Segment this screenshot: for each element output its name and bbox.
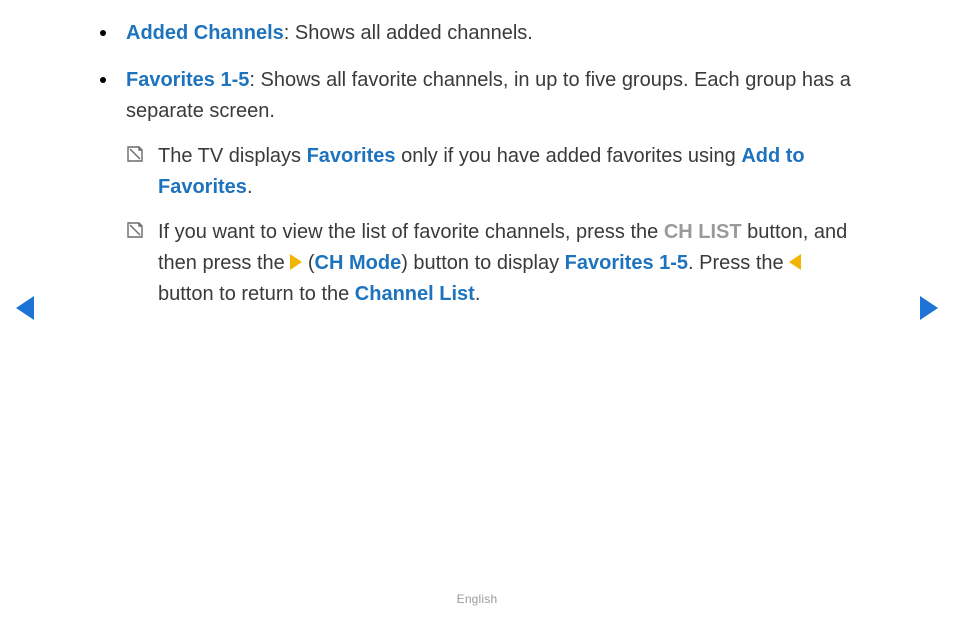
term-added-channels: Added Channels (126, 22, 284, 44)
note-list: The TV displays Favorites only if you ha… (126, 141, 856, 310)
right-arrow-icon (290, 254, 302, 270)
note2-seg-f: . (475, 283, 481, 305)
footer-language: English (0, 592, 954, 606)
bullet-list: Added Channels: Shows all added channels… (96, 18, 856, 310)
next-page-arrow[interactable] (920, 296, 938, 320)
note2-seg-d: . Press the (688, 252, 789, 274)
note2-seg-e: button to return to the (158, 283, 355, 305)
bullet-item-favorites: Favorites 1-5: Shows all favorite channe… (96, 65, 856, 310)
page-content: Added Channels: Shows all added channels… (96, 18, 856, 326)
note2-fav: Favorites 1-5 (565, 252, 688, 274)
note2-chmode: CH Mode (315, 252, 402, 274)
note2-open-paren: ( (302, 252, 314, 274)
term-favorites: Favorites 1-5 (126, 69, 249, 91)
bullet-item-added-channels: Added Channels: Shows all added channels… (96, 18, 856, 49)
note-item-1: The TV displays Favorites only if you ha… (126, 141, 856, 203)
note2-chlist: CH LIST (664, 221, 742, 243)
note2-seg-c: ) button to display (401, 252, 564, 274)
note-icon (126, 221, 144, 239)
note1-pre: The TV displays (158, 145, 307, 167)
note1-kw-favorites: Favorites (307, 145, 396, 167)
note-item-2: If you want to view the list of favorite… (126, 217, 856, 310)
desc-added-channels: : Shows all added channels. (284, 22, 533, 44)
note2-channel-list: Channel List (355, 283, 475, 305)
note1-post: . (247, 176, 253, 198)
prev-page-arrow[interactable] (16, 296, 34, 320)
note-icon (126, 145, 144, 163)
note2-seg-a: If you want to view the list of favorite… (158, 221, 664, 243)
left-arrow-icon (789, 254, 801, 270)
note1-mid: only if you have added favorites using (396, 145, 742, 167)
